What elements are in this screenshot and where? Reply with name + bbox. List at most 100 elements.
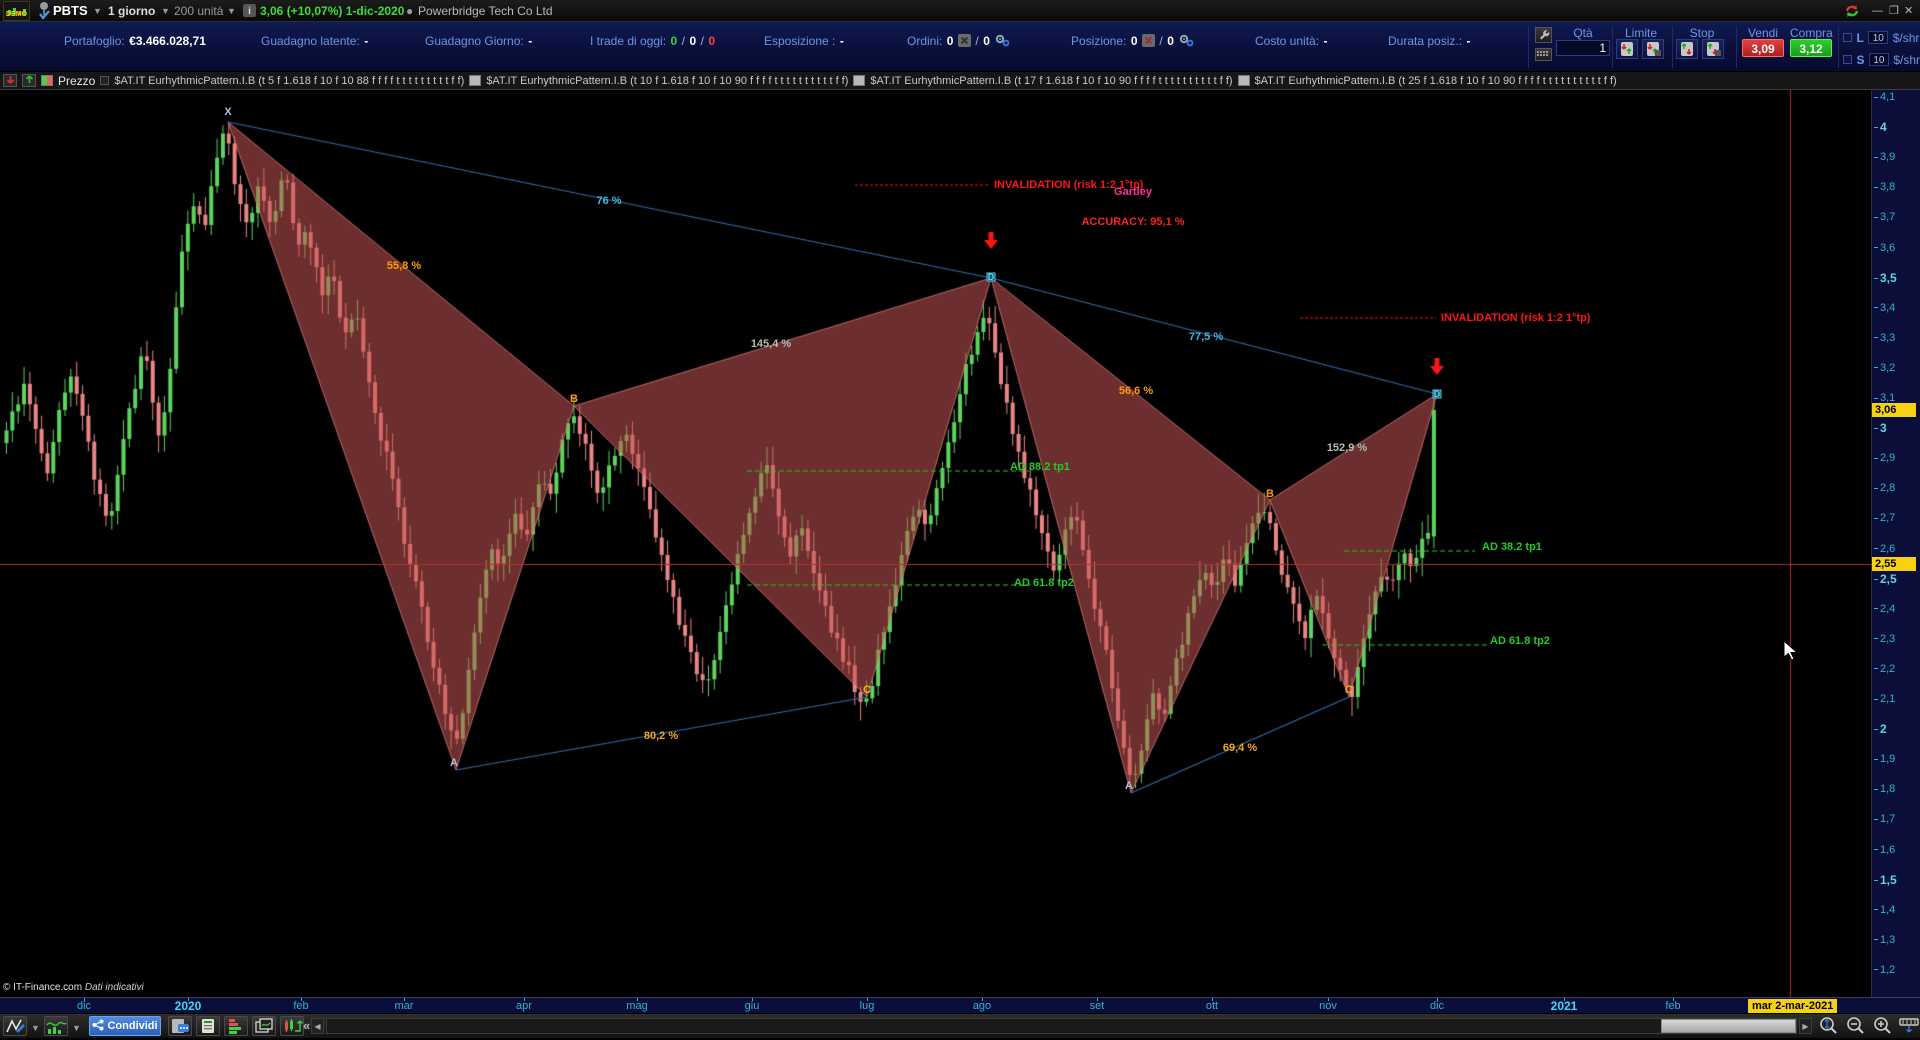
indicator-label-2[interactable]: $AT.IT EurhythmicPattern.I.B (t 10 f 1.6… — [486, 75, 848, 87]
svg-text:i: i — [248, 6, 251, 17]
keypad-icon[interactable] — [1535, 48, 1552, 61]
stop-sell-order-button[interactable] — [1676, 39, 1698, 59]
close-position-icon[interactable] — [1141, 32, 1155, 49]
scroll-right-arrow[interactable]: ▶ — [1799, 1018, 1812, 1034]
new-window-button[interactable] — [252, 1016, 276, 1036]
price-tick: 3,4 — [1874, 301, 1895, 315]
scroll-left-arrow[interactable]: ◀ — [311, 1018, 324, 1034]
chart-scrollbar[interactable] — [326, 1018, 1797, 1034]
price-tick: 4,1 — [1874, 90, 1895, 104]
chart-type-button[interactable] — [44, 1016, 68, 1036]
indicator-label-3[interactable]: $AT.IT EurhythmicPattern.I.B (t 17 f 1.6… — [870, 75, 1232, 87]
price-tick: 2,3 — [1874, 632, 1895, 646]
time-axis[interactable]: mar 2-mar-2021 dic 2020 feb mar apr mag giu lug… — [0, 997, 1920, 1013]
time-tick: apr — [516, 1000, 532, 1012]
timeframe-caret-icon[interactable]: ▼ — [161, 3, 170, 19]
collapse-toolbar-icon[interactable]: « — [303, 1018, 310, 1033]
chart-annotation: 56,6 % — [1118, 385, 1154, 397]
sell-marker-icon[interactable] — [3, 74, 17, 87]
restore-button[interactable]: ❐ — [1889, 4, 1899, 18]
limit-sell-order-button[interactable] — [1616, 39, 1638, 59]
cursor-date-tag: mar 2-mar-2021 — [1748, 999, 1838, 1013]
indicator-label-4[interactable]: $AT.IT EurhythmicPattern.I.B (t 25 f 1.6… — [1255, 75, 1617, 87]
share-button[interactable]: Condividi — [89, 1016, 161, 1036]
indicator-swatch[interactable] — [469, 75, 482, 86]
unit-cost-field: Costo unità: - — [1255, 34, 1328, 48]
close-button[interactable]: ✕ — [1904, 4, 1913, 18]
symbol-selector[interactable]: PBTS — [53, 3, 88, 19]
time-tick: dic — [76, 1000, 92, 1012]
backtest-button[interactable] — [280, 1016, 304, 1036]
position-settings-icon[interactable] — [1178, 32, 1194, 49]
drawing-tool-button[interactable] — [3, 1016, 27, 1036]
news-button[interactable] — [196, 1016, 220, 1036]
indicator-swatch[interactable] — [853, 75, 866, 86]
orders-settings-icon[interactable] — [994, 32, 1010, 49]
drawing-tool-caret-icon[interactable]: ▼ — [31, 1023, 40, 1033]
price-tick: 2,7 — [1874, 511, 1895, 525]
units-selector[interactable]: 200 unità — [174, 3, 223, 19]
indicator-checkbox[interactable] — [100, 76, 110, 85]
limit-amount-input[interactable]: 10 — [1868, 31, 1889, 45]
price-tick: 3 — [1874, 421, 1887, 435]
pin-icon[interactable] — [37, 1, 51, 20]
axis-settings-button[interactable] — [1896, 1015, 1920, 1037]
limit-amount-checkbox[interactable] — [1843, 33, 1852, 43]
price-tick: 2 — [1874, 722, 1887, 736]
sell-button[interactable]: 3,09 — [1742, 39, 1784, 57]
buy-button[interactable]: 3,12 — [1790, 39, 1832, 57]
zoom-fit-button[interactable] — [1815, 1015, 1840, 1037]
buy-header: Compra — [1790, 26, 1833, 40]
position-duration-field: Durata posiz.: - — [1388, 34, 1471, 48]
order-book-button[interactable] — [224, 1016, 248, 1036]
chart-type-caret-icon[interactable]: ▼ — [72, 1023, 81, 1033]
time-tick: giu — [744, 1000, 760, 1012]
qty-header: Qtà — [1573, 26, 1593, 40]
indicator-label-1[interactable]: $AT.IT EurhythmicPattern.I.B (t 5 f 1.61… — [114, 75, 464, 87]
stop-header: Stop — [1689, 26, 1715, 40]
trades-today-field: I trade di oggi: 0 / 0 / 0 — [590, 34, 716, 48]
symbol-caret-icon[interactable]: ▼ — [93, 3, 102, 19]
stop-buy-order-button[interactable] — [1702, 39, 1724, 59]
price-series-label[interactable]: Prezzo — [58, 74, 95, 88]
minimize-button[interactable]: — — [1872, 4, 1883, 18]
current-price-tag: 3,06 — [1872, 403, 1916, 418]
units-caret-icon[interactable]: ▼ — [227, 3, 236, 19]
price-tick: 1,6 — [1874, 843, 1895, 857]
stop-amount-checkbox[interactable] — [1843, 55, 1852, 65]
chart-area[interactable]: © IT-Finance.com Dati indicativi INVALID… — [0, 90, 1872, 997]
price-tick: 3,3 — [1874, 331, 1895, 345]
limit-buy-order-button[interactable] — [1642, 39, 1664, 59]
chart-annotation: C — [863, 684, 871, 696]
buy-marker-icon[interactable] — [22, 74, 36, 87]
price-tick: 1,4 — [1874, 903, 1895, 917]
refresh-icon[interactable] — [1843, 2, 1861, 18]
chart-annotation: X — [224, 106, 232, 118]
zoom-in-button[interactable] — [1869, 1015, 1894, 1037]
cancel-orders-icon[interactable] — [957, 32, 971, 49]
chart-annotation: Gartley — [1114, 186, 1152, 198]
scrollbar-thumb[interactable] — [1661, 1019, 1796, 1033]
title-bar: DEMO PBTS ▼ 1 giorno ▼ 200 unità ▼ i 3,0… — [0, 0, 1920, 22]
price-series-swatch[interactable] — [41, 75, 53, 86]
chart-annotation: 69,4 % — [1222, 742, 1258, 754]
quantity-input[interactable] — [1556, 40, 1610, 56]
comments-button[interactable] — [168, 1016, 192, 1036]
indicator-swatch[interactable] — [1237, 75, 1250, 86]
position-field: Posizione: 0 / 0 — [1071, 33, 1194, 49]
price-tick: 1,2 — [1874, 963, 1895, 977]
order-settings-wrench-icon[interactable] — [1535, 27, 1552, 43]
latent-gain-field: Guadagno latente: - — [261, 34, 369, 48]
candlestick-canvas[interactable] — [0, 90, 1872, 997]
price-tick: 2,9 — [1874, 451, 1895, 465]
info-icon[interactable]: i — [243, 4, 256, 20]
zoom-out-button[interactable] — [1842, 1015, 1867, 1037]
price-tick: 1,9 — [1874, 752, 1895, 766]
indicator-tabs-bar: Prezzo $AT.IT EurhythmicPattern.I.B (t 5… — [0, 72, 1920, 90]
price-tick: 3,2 — [1874, 361, 1895, 375]
time-tick: lug — [859, 1000, 875, 1012]
price-axis[interactable]: 3,06 2,55 4,1 4 3,9 3,8 3,7 3,6 3,5 3,4 3,3 3,2 3,… — [1872, 90, 1920, 997]
timeframe-selector[interactable]: 1 giorno — [108, 3, 155, 19]
chart-annotation: 152,9 % — [1326, 442, 1368, 454]
stop-amount-input[interactable]: 10 — [1868, 53, 1889, 67]
